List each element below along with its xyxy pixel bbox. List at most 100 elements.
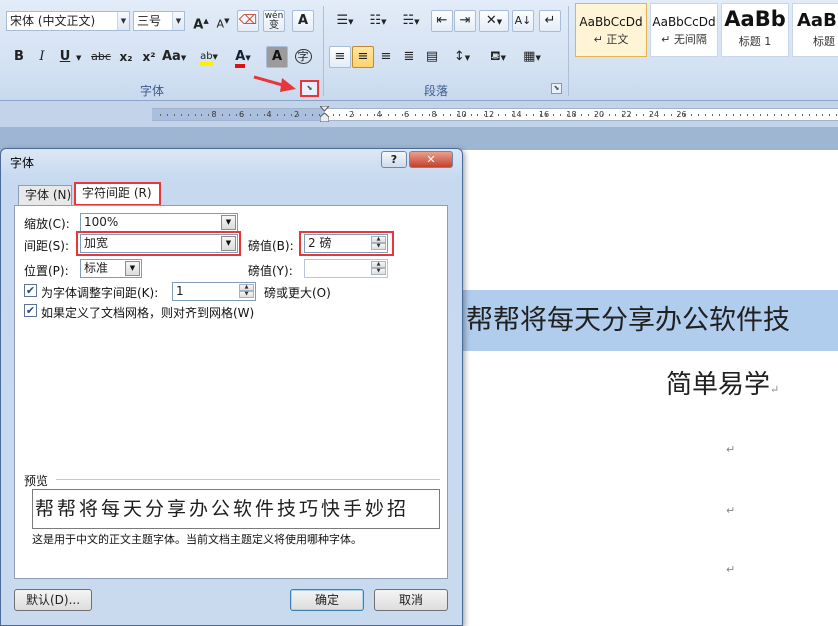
chevron-down-icon[interactable]: ▼	[221, 236, 236, 251]
indent-marker-icon[interactable]	[318, 105, 331, 123]
spinner-buttons[interactable]: ▲ ▼	[239, 284, 254, 299]
position-points-spinner[interactable]: ▲ ▼	[304, 259, 388, 278]
kerning-checkbox[interactable]: ✔	[24, 284, 37, 297]
multilevel-list-button[interactable]: ☵▼	[396, 10, 426, 32]
highlight-button[interactable]: ab▼	[194, 46, 224, 68]
style-heading-1[interactable]: AaBb 标题 1	[721, 3, 789, 57]
tab-font[interactable]: 字体 (N)	[18, 185, 72, 205]
ruler-tick	[160, 114, 161, 116]
close-icon: ✕	[426, 153, 436, 166]
ruler-tick	[794, 114, 796, 116]
shading-button[interactable]: ⛾▼	[483, 46, 513, 68]
ruler-tick	[718, 114, 720, 116]
increase-indent-button[interactable]: ⇥	[454, 10, 476, 32]
spinner-buttons[interactable]: ▲ ▼	[371, 236, 386, 251]
sort-button[interactable]: A↓	[512, 10, 534, 32]
asian-layout-icon: ✕	[485, 13, 497, 28]
selected-text-line[interactable]: 帮帮将每天分享办公软件技	[462, 290, 838, 351]
document-subtitle[interactable]: 简单易学↵	[666, 364, 779, 401]
ruler-tick	[580, 114, 582, 116]
borders-button[interactable]: ▦▼	[517, 46, 547, 68]
ruler-tick	[677, 114, 679, 116]
help-button[interactable]: ?	[381, 151, 407, 168]
ruler-tick	[822, 114, 824, 116]
default-button[interactable]: 默认(D)...	[14, 589, 92, 611]
horizontal-ruler[interactable]: 8 6 4 2 2 4 6 8 10 12 14 16 18 20 22 24 26	[152, 105, 838, 123]
style-no-spacing[interactable]: AaBbCcDd ↵ 无间隔	[650, 3, 718, 57]
subscript-button[interactable]: x₂	[115, 46, 137, 68]
font-size-value: 三号	[137, 14, 162, 28]
ruler-tick	[442, 114, 444, 116]
line-spacing-icon: ↕	[453, 49, 465, 64]
spacing-select[interactable]: 加宽 ▼	[80, 234, 238, 253]
ruler-tick	[787, 114, 789, 116]
spinner-buttons[interactable]: ▲ ▼	[371, 261, 386, 276]
align-center-button[interactable]: ≡	[352, 46, 374, 68]
spin-up-icon[interactable]: ▲	[239, 284, 254, 291]
bold-button[interactable]: B	[8, 46, 30, 68]
justify-button[interactable]: ≣	[398, 46, 420, 68]
font-name-combo[interactable]: 宋体 (中文正文) ▼	[6, 11, 130, 31]
shrink-font-button[interactable]: A▼	[212, 10, 234, 32]
scale-select[interactable]: 100% ▼	[80, 213, 238, 232]
ruler-tick	[201, 114, 203, 116]
line-spacing-button[interactable]: ↕▼	[447, 46, 477, 68]
chevron-down-icon[interactable]: ▼	[76, 54, 81, 62]
ruler-tick	[449, 114, 451, 116]
spin-down-icon[interactable]: ▼	[371, 243, 386, 250]
ruler-tick	[477, 114, 479, 116]
kerning-spinner[interactable]: 1 ▲ ▼	[172, 282, 256, 301]
align-right-icon: ≡	[380, 49, 392, 64]
italic-button[interactable]: I	[31, 46, 53, 68]
ruler-tick	[401, 114, 403, 116]
ruler-tick	[353, 114, 355, 116]
strikethrough-button[interactable]: abc	[88, 46, 114, 68]
chevron-down-icon[interactable]: ▼	[172, 12, 184, 30]
clear-format-button[interactable]: ⌫	[237, 10, 259, 32]
chevron-down-icon[interactable]: ▼	[221, 215, 236, 230]
chevron-down-icon[interactable]: ▼	[117, 12, 129, 30]
show-marks-button[interactable]: ↵	[539, 10, 561, 32]
eraser-icon: ⌫	[238, 13, 258, 28]
font-color-button[interactable]: A▼	[228, 46, 258, 68]
tab-character-spacing[interactable]: 字符间距 (R)	[74, 182, 161, 206]
change-case-button[interactable]: Aa▼	[161, 46, 187, 68]
font-dialog-launcher[interactable]: ⬊	[300, 80, 319, 97]
paragraph-dialog-launcher[interactable]: ⬊	[551, 83, 562, 94]
kerning-value: 1	[176, 284, 184, 298]
ruler-tick	[781, 114, 782, 116]
char-border-button[interactable]: A	[292, 10, 314, 32]
decrease-indent-button[interactable]: ⇤	[431, 10, 453, 32]
font-size-combo[interactable]: 三号 ▼	[133, 11, 185, 31]
phonetic-guide-button[interactable]: wén 变	[263, 10, 285, 32]
numbering-button[interactable]: ☷▼	[363, 10, 393, 32]
spin-up-icon[interactable]: ▲	[371, 261, 386, 268]
align-right-button[interactable]: ≡	[375, 46, 397, 68]
distributed-button[interactable]: ▤	[421, 46, 443, 68]
align-left-button[interactable]: ≡	[329, 46, 351, 68]
style-heading[interactable]: AaBl 标题	[792, 3, 838, 57]
grow-font-button[interactable]: A▲	[190, 10, 212, 32]
superscript-button[interactable]: x²	[138, 46, 160, 68]
close-button[interactable]: ✕	[409, 151, 453, 168]
ruler-tick	[622, 114, 624, 116]
ok-button[interactable]: 确定	[290, 589, 364, 611]
spin-down-icon[interactable]: ▼	[371, 268, 386, 275]
snap-to-grid-checkbox[interactable]: ✔	[24, 304, 37, 317]
spin-up-icon[interactable]: ▲	[371, 236, 386, 243]
asian-layout-button[interactable]: ✕▼	[479, 10, 509, 32]
bullets-button[interactable]: ☰▼	[330, 10, 360, 32]
spin-down-icon[interactable]: ▼	[239, 291, 254, 298]
style-normal[interactable]: AaBbCcDd ↵ 正文	[575, 3, 647, 57]
underline-button[interactable]: U	[54, 46, 76, 68]
cancel-button[interactable]: 取消	[374, 589, 448, 611]
enclose-char-button[interactable]: 字	[292, 46, 314, 68]
chevron-down-icon[interactable]: ▼	[125, 261, 140, 276]
position-select[interactable]: 标准 ▼	[80, 259, 142, 278]
multilevel-list-icon: ☵	[402, 13, 415, 28]
spacing-label: 间距(S):	[24, 239, 70, 253]
paragraph-mark: ↵	[726, 563, 736, 576]
spacing-points-spinner[interactable]: 2 磅 ▲ ▼	[304, 234, 388, 253]
scale-label: 缩放(C):	[24, 217, 70, 231]
char-shading-button[interactable]: A	[266, 46, 288, 68]
